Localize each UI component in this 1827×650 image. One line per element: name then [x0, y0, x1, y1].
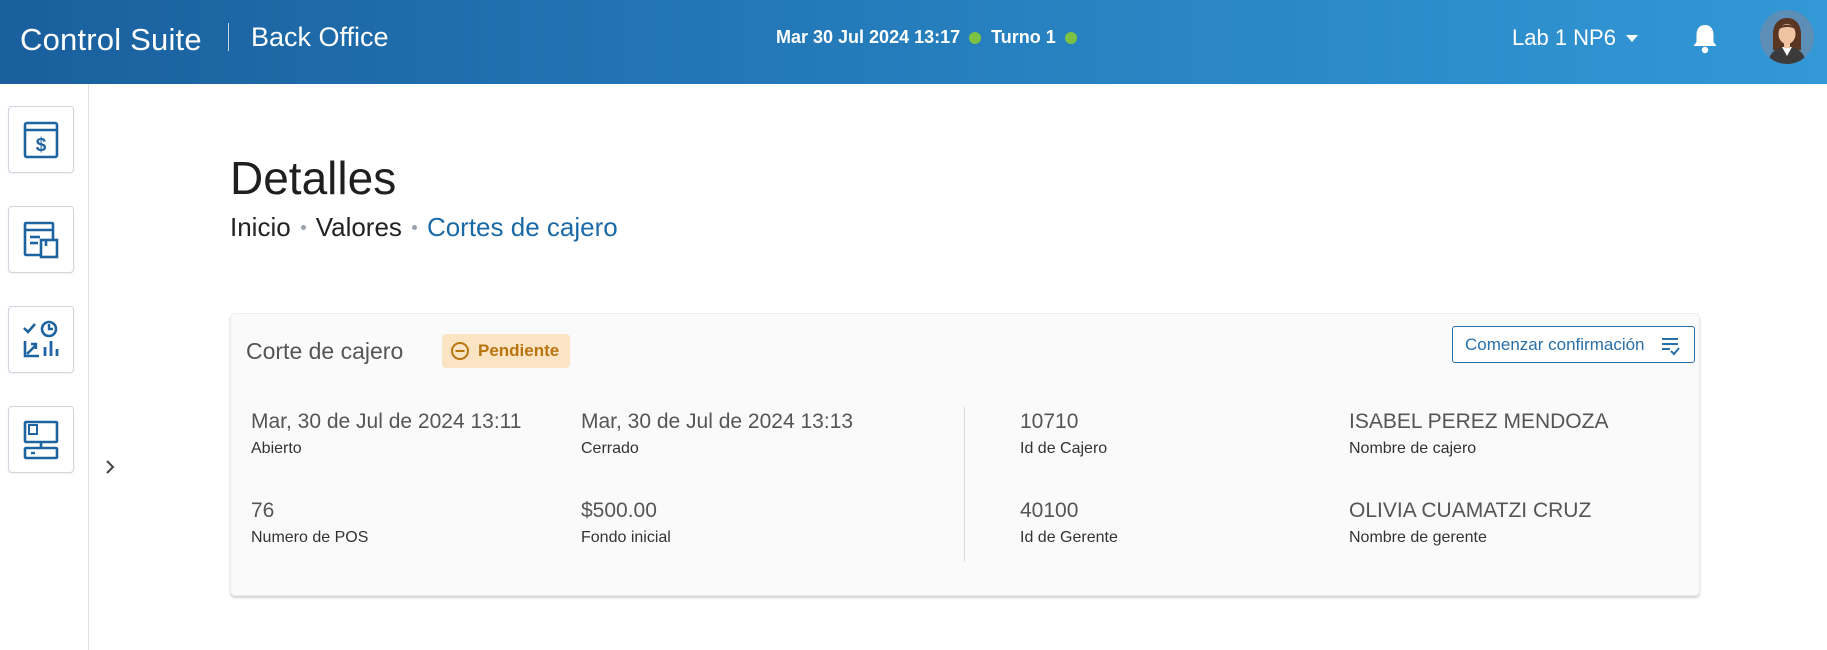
breadcrumb-current: Cortes de cajero — [426, 212, 618, 242]
breadcrumb-separator — [411, 225, 417, 230]
manager-id-label: Id de Gerente — [1020, 529, 1118, 546]
current-shift: Turno 1 — [991, 27, 1056, 47]
store-selector[interactable]: Lab 1 NP6 — [1512, 25, 1638, 51]
field-closed: Mar, 30 de Jul de 2024 13:13 Cerrado — [581, 410, 853, 458]
cashier-id-label: Id de Cajero — [1020, 440, 1108, 457]
datetime-status-dot — [969, 31, 982, 44]
sidebar-item-cash[interactable]: $ — [8, 106, 74, 173]
cashier-id-value: 10710 — [1020, 410, 1079, 433]
sidebar-item-inventory[interactable] — [8, 206, 74, 273]
app-brand[interactable]: Control Suite — [20, 22, 202, 58]
minus-circle-icon — [451, 342, 469, 360]
user-avatar[interactable] — [1760, 10, 1814, 64]
brand-divider — [228, 23, 229, 51]
opened-value: Mar, 30 de Jul de 2024 13:11 — [251, 410, 522, 433]
field-pos-number: 76 Numero de POS — [251, 499, 368, 547]
current-datetime: Mar 30 Jul 2024 13:17 — [776, 27, 961, 47]
cash-register-icon: $ — [23, 121, 59, 158]
breadcrumb: Inicio Valores Cortes de cajero — [230, 212, 618, 243]
manager-name-label: Nombre de gerente — [1349, 529, 1487, 546]
session-status: Mar 30 Jul 2024 13:17 Turno 1 — [776, 27, 1087, 48]
terminal-settings-icon — [23, 420, 59, 459]
reports-icon — [23, 320, 59, 357]
cashier-cut-card: Corte de cajero Pendiente Comenzar confi… — [230, 313, 1700, 596]
inventory-icon — [23, 221, 59, 258]
initial-fund-value: $500.00 — [581, 499, 657, 522]
manager-id-value: 40100 — [1020, 499, 1079, 522]
bell-icon[interactable] — [1690, 22, 1720, 56]
initial-fund-label: Fondo inicial — [581, 529, 671, 546]
closed-value: Mar, 30 de Jul de 2024 13:13 — [581, 410, 854, 433]
page-title: Detalles — [230, 152, 397, 204]
field-cashier-id: 10710 Id de Cajero — [1020, 410, 1107, 458]
cashier-name-label: Nombre de cajero — [1349, 440, 1477, 457]
module-name: Back Office — [251, 22, 389, 52]
pos-number-label: Numero de POS — [251, 529, 369, 546]
status-badge-label: Pendiente — [478, 341, 560, 360]
status-badge: Pendiente — [442, 334, 571, 368]
checklist-icon — [1662, 338, 1680, 356]
pos-number-value: 76 — [251, 499, 275, 522]
field-manager-name: OLIVIA CUAMATZI CRUZ Nombre de gerente — [1349, 499, 1591, 547]
chevron-down-icon — [1625, 34, 1638, 42]
start-confirmation-label: Comenzar confirmación — [1465, 334, 1645, 354]
field-cashier-name: ISABEL PEREZ MENDOZA Nombre de cajero — [1349, 410, 1608, 458]
svg-text:$: $ — [36, 135, 47, 156]
closed-label: Cerrado — [581, 440, 639, 457]
card-title: Corte de cajero — [246, 338, 404, 364]
breadcrumb-separator — [300, 225, 306, 230]
section-divider — [964, 407, 965, 562]
cashier-name-value: ISABEL PEREZ MENDOZA — [1349, 410, 1609, 433]
manager-name-value: OLIVIA CUAMATZI CRUZ — [1349, 499, 1592, 522]
shift-status-dot — [1064, 31, 1077, 44]
breadcrumb-home[interactable]: Inicio — [230, 212, 291, 243]
opened-label: Abierto — [251, 440, 302, 457]
field-manager-id: 40100 Id de Gerente — [1020, 499, 1118, 547]
sidebar-item-reports[interactable] — [8, 306, 74, 373]
store-name: Lab 1 NP6 — [1512, 25, 1616, 50]
field-opened: Mar, 30 de Jul de 2024 13:11 Abierto — [251, 410, 521, 458]
field-initial-fund: $500.00 Fondo inicial — [581, 499, 671, 547]
chevron-right-icon[interactable] — [101, 455, 119, 479]
sidebar: $ — [0, 84, 89, 650]
sidebar-item-terminal[interactable] — [8, 406, 74, 473]
top-bar: Control Suite Back Office Mar 30 Jul 202… — [0, 0, 1827, 84]
breadcrumb-values[interactable]: Valores — [316, 212, 402, 243]
start-confirmation-button[interactable]: Comenzar confirmación — [1452, 326, 1695, 363]
